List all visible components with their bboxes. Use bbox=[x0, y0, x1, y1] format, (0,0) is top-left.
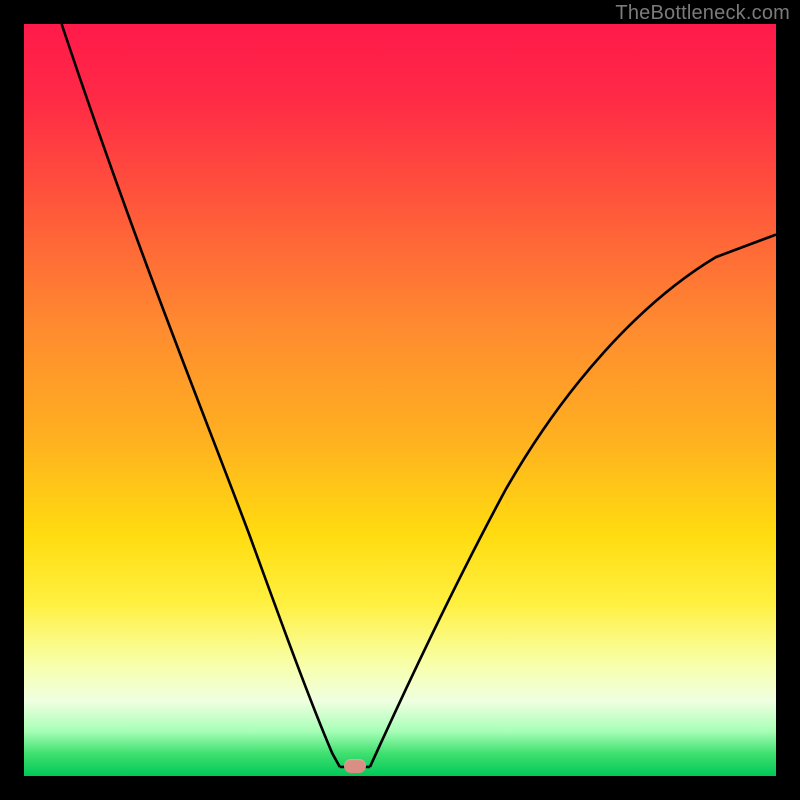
bottleneck-curve bbox=[24, 24, 776, 776]
optimum-marker bbox=[344, 759, 366, 773]
watermark-text: TheBottleneck.com bbox=[615, 2, 790, 25]
curve-left-branch bbox=[62, 24, 340, 767]
chart-frame: TheBottleneck.com bbox=[0, 0, 800, 800]
curve-right-branch bbox=[370, 235, 776, 767]
